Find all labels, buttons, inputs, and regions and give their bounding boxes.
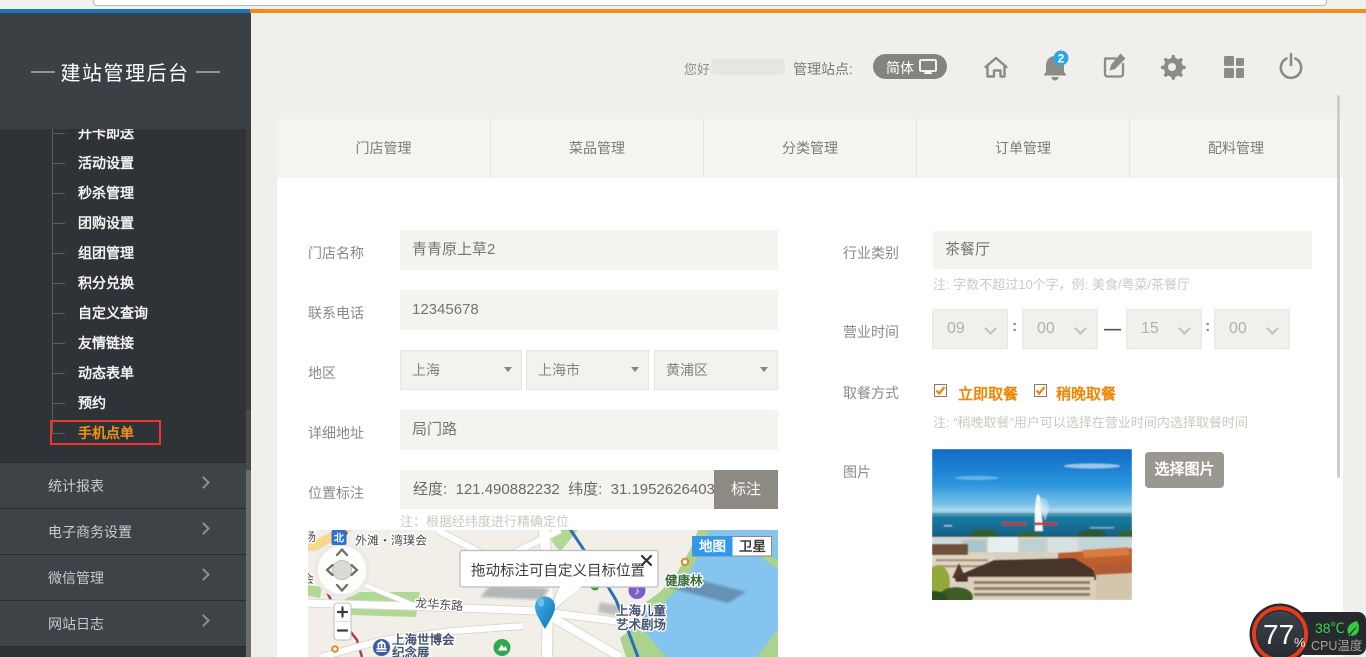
svg-text:健康林: 健康林 [665,573,703,588]
svg-text:卫星: 卫星 [739,539,766,554]
svg-text:地图: 地图 [699,538,726,554]
svg-text:拖动标注可自定义目标位置: 拖动标注可自定义目标位置 [471,563,645,580]
svg-text:%: % [1294,635,1306,650]
svg-text:艺术剧场: 艺术剧场 [616,617,666,632]
svg-text:38℃: 38℃ [1315,620,1345,636]
svg-text:外滩・湾璞会: 外滩・湾璞会 [355,533,427,548]
svg-text:上海世博会: 上海世博会 [392,632,455,647]
svg-text:上海儿童: 上海儿童 [616,603,667,618]
svg-text:北: 北 [334,532,344,545]
svg-text:77: 77 [1263,619,1294,650]
svg-text:2: 2 [1058,52,1065,66]
svg-text:纪念展: 纪念展 [392,645,430,657]
svg-text:场: 场 [308,530,316,544]
svg-text:CPU温度: CPU温度 [1311,638,1363,653]
svg-text:会: 会 [308,572,314,586]
